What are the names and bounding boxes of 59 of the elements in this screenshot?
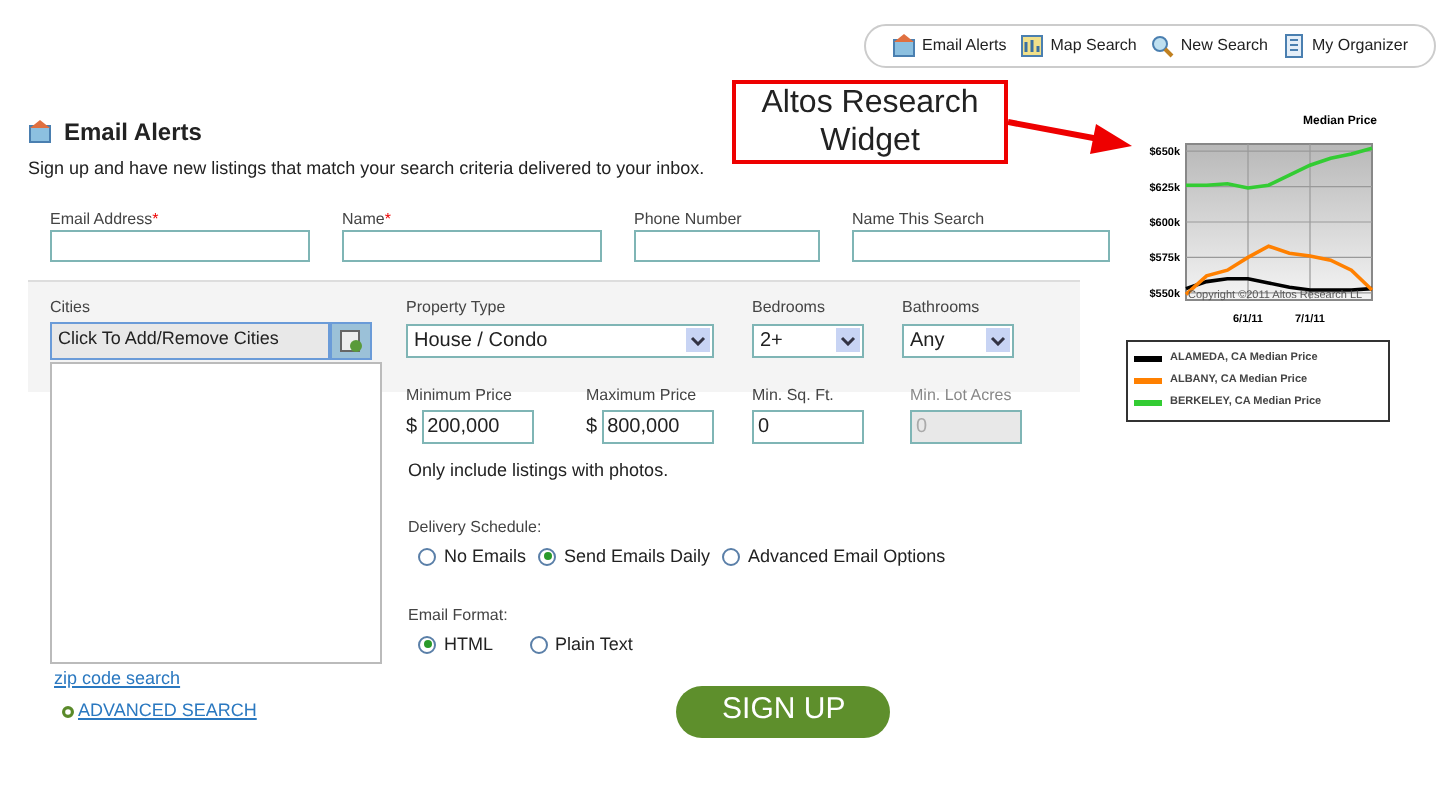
radio-button[interactable] [538,547,557,566]
radio-option[interactable]: No Emails [418,543,527,570]
add-city-button[interactable] [330,321,372,359]
sign-up-button[interactable]: SIGN UP [676,685,891,737]
radio-button[interactable] [418,635,436,654]
radio-option[interactable]: HTML [418,631,493,658]
list-icon [340,329,362,351]
field-label: Maximum Price [586,383,699,407]
dropdown[interactable]: 2+ [752,323,864,357]
currency-sign: $ [406,413,418,441]
nav-link[interactable]: Map Search [1020,34,1137,58]
currency-sign: $ [586,413,598,441]
nav-link[interactable]: Email Alerts [892,34,1007,58]
input-field[interactable]: 0 [752,409,864,443]
input-field[interactable] [50,229,310,261]
cities-select[interactable]: Click To Add/Remove Cities [50,321,330,359]
zip-code-link[interactable]: zip code search [54,665,181,692]
radio-option[interactable]: Send Emails Daily [538,543,711,570]
advanced-search-link[interactable]: ADVANCED SEARCH [78,697,257,725]
dropdown[interactable]: Any [902,323,1014,357]
input-field[interactable] [634,229,820,261]
input-field[interactable]: 800,000 [601,409,714,443]
field-label: Bedrooms [752,295,827,319]
chevron-icon [690,335,706,345]
nav-link[interactable]: My Organizer [1281,34,1408,58]
field-label: Min. Lot Acres [910,383,1014,407]
field-label: Phone Number [634,207,744,227]
magnifier-icon [1150,34,1175,58]
house-icon [892,34,917,58]
input-field[interactable]: 200,000 [421,409,534,443]
radio-button[interactable] [418,547,436,566]
field-label: Name This Search [852,207,987,227]
dropdown[interactable]: House / Condo [406,323,714,357]
page-subtitle: Sign up and have new listings that match your search criteria delivered to your inbox. [28,156,707,182]
input-field[interactable] [852,229,1110,261]
nav-link[interactable]: New Search [1150,34,1268,58]
radio-button[interactable] [529,635,547,654]
field-label: Email Address* [50,207,161,227]
input-field[interactable] [342,229,602,261]
radio-option[interactable]: Plain Text [529,631,633,658]
field-label: Bathrooms [902,295,982,319]
chart-icon [1020,34,1045,58]
bullet-icon [62,705,74,717]
photos-note: Only include listings with photos. [408,457,669,484]
house-icon [28,120,52,144]
field-label: Property Type [406,295,508,319]
notebook-icon [1281,34,1306,58]
field-label: Minimum Price [406,383,514,407]
page-title: Email Alerts [64,116,202,150]
group-label: Email Format: [408,603,510,627]
field-label: Min. Sq. Ft. [752,383,836,407]
radio-option[interactable]: Advanced Email Options [722,543,946,570]
field-label: Name* [342,207,393,227]
chevron-icon [840,335,856,345]
chevron-icon [990,335,1006,345]
field-label: Cities [50,295,93,319]
radio-button[interactable] [722,547,741,566]
callout-label: Altos Research Widget [732,80,1008,164]
group-label: Delivery Schedule: [408,515,544,539]
